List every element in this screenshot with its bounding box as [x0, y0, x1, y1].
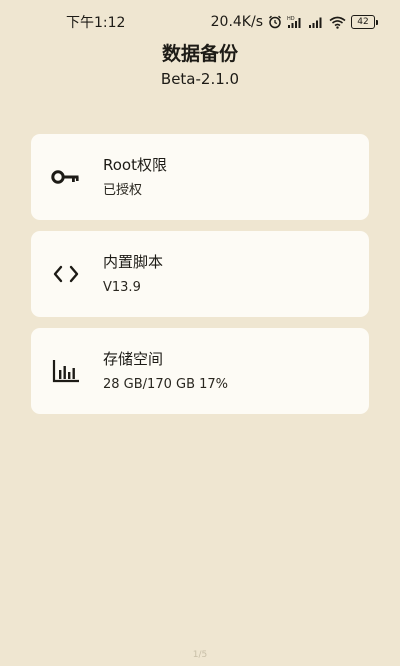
signal-icon [308, 16, 324, 29]
card-title: Root权限 [103, 156, 167, 174]
card-subtitle: V13.9 [103, 280, 141, 295]
status-time: 下午1:12 [66, 15, 126, 31]
battery-level: 42 [351, 15, 375, 29]
code-icon [51, 261, 81, 287]
network-speed: 20.4K/s [210, 14, 263, 30]
page-indicator: 1/5 [192, 650, 208, 660]
app-version: Beta-2.1.0 [160, 70, 240, 88]
bar-chart-icon [51, 358, 81, 384]
status-icons: 20.4K/s HD 42 [211, 14, 378, 30]
svg-text:HD: HD [287, 16, 295, 22]
info-card-list: Root权限 已授权 内置脚本 V13.9 存储空间 28 GB/170 GB … [31, 134, 369, 425]
card-title: 内置脚本 [103, 253, 164, 271]
card-subtitle: 已授权 [103, 183, 143, 198]
key-icon [51, 164, 81, 190]
builtin-script-card[interactable]: 内置脚本 V13.9 [31, 231, 369, 317]
card-subtitle: 28 GB/170 GB 17% [103, 377, 229, 392]
battery-icon: 42 [351, 15, 378, 29]
storage-space-card[interactable]: 存储空间 28 GB/170 GB 17% [31, 328, 369, 414]
header: 数据备份 Beta-2.1.0 [0, 40, 400, 90]
wifi-icon [329, 16, 346, 29]
hd-signal-icon: HD [287, 15, 303, 29]
card-title: 存储空间 [103, 350, 164, 368]
root-permission-card[interactable]: Root权限 已授权 [31, 134, 369, 220]
status-bar: 下午1:12 20.4K/s HD 42 [0, 0, 400, 44]
page-title: 数据备份 [161, 43, 238, 65]
alarm-icon [268, 15, 282, 29]
